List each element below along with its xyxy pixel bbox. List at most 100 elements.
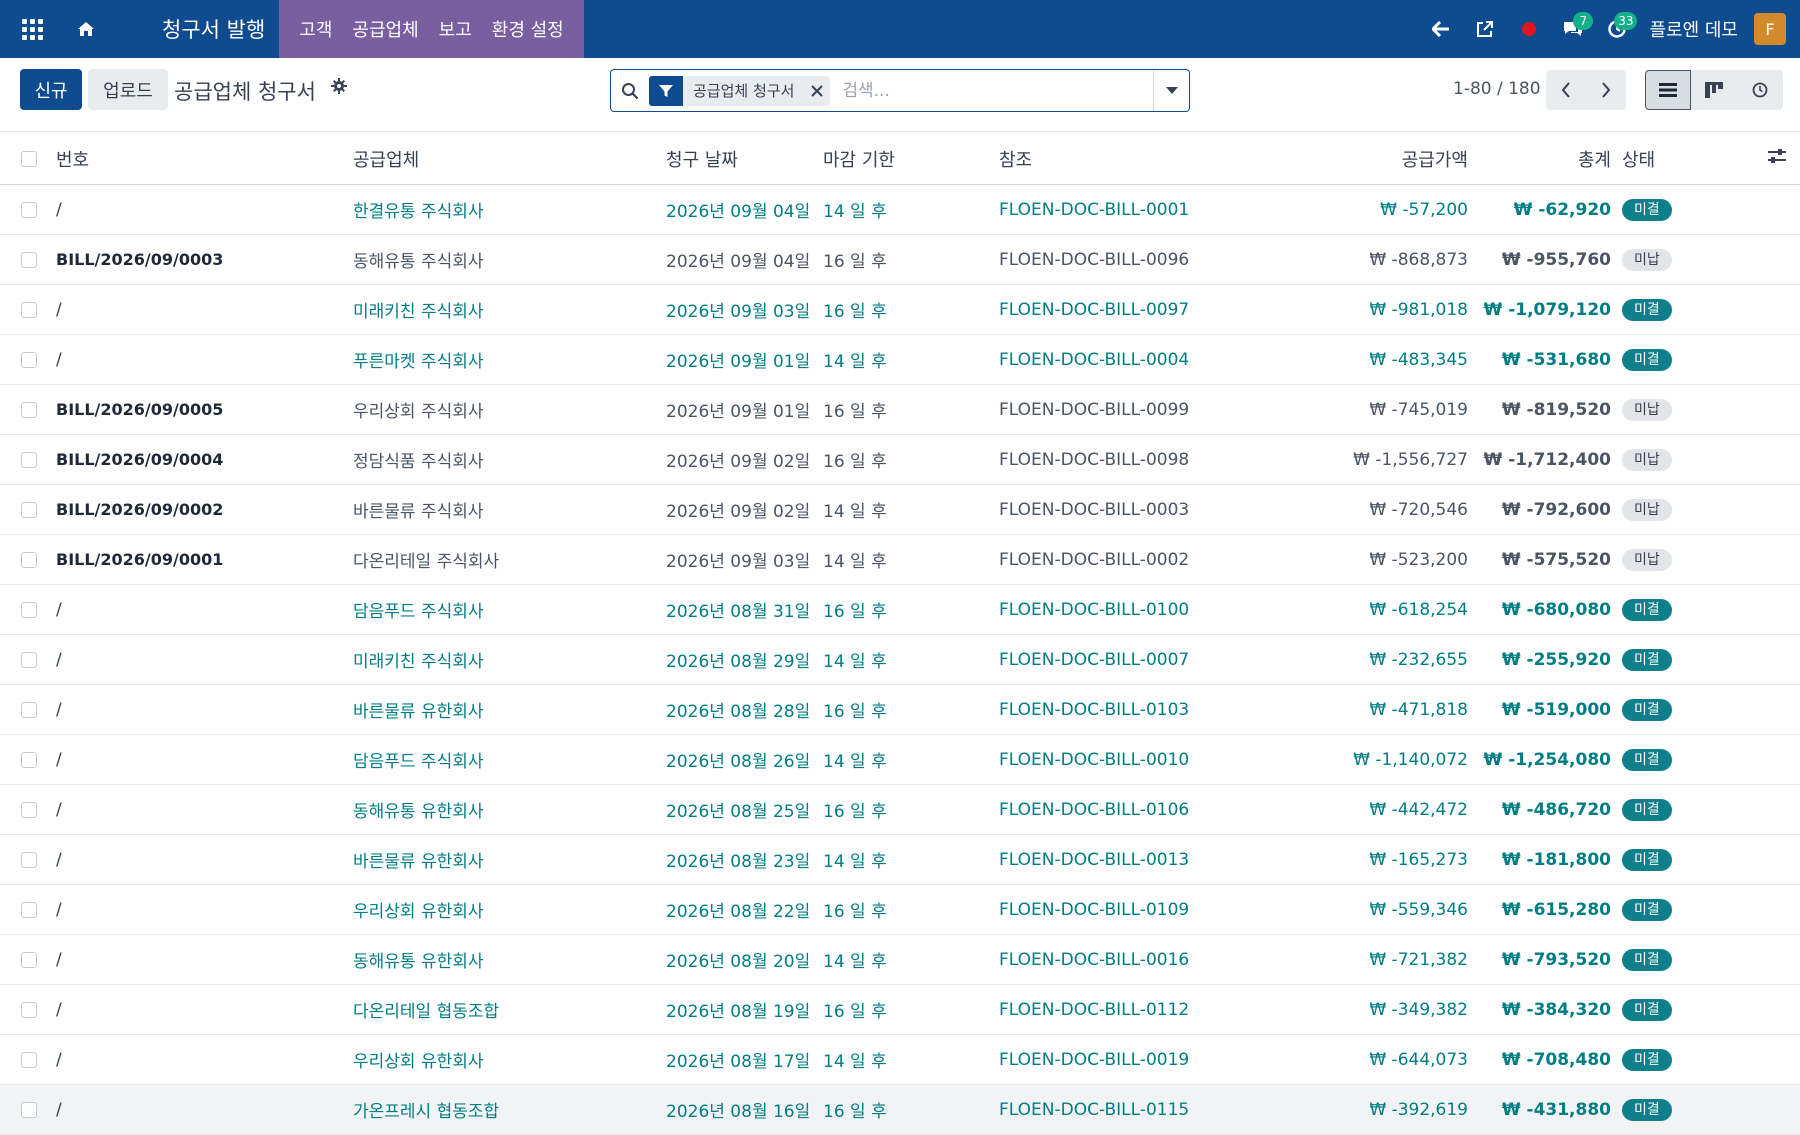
row-checkbox[interactable] [21, 851, 37, 868]
cell-reference: FLOEN-DOC-BILL-0002 [999, 549, 1190, 570]
row-checkbox[interactable] [21, 351, 37, 368]
table-row[interactable]: / 바른물류 유한회사 2026년 08월 28일 16 일 후 FLOEN-DOC-B… [0, 685, 1800, 735]
table-row[interactable]: / 다온리테일 협동조합 2026년 08월 19일 16 일 후 FLOEN-DOC-… [0, 985, 1800, 1035]
cell-due-date: 14 일 후 [823, 202, 887, 222]
table-row[interactable]: / 우리상회 유한회사 2026년 08월 17일 14 일 후 FLOEN-DOC-B… [0, 1035, 1800, 1085]
header-due-date[interactable]: 마감 기한 [823, 146, 895, 172]
record-button[interactable] [1507, 0, 1551, 58]
activities-button[interactable]: 33 [1595, 0, 1639, 58]
header-untaxed[interactable]: 공급가액 [1402, 146, 1468, 172]
pager-value[interactable]: 1-80 / 180 [1453, 79, 1541, 99]
row-checkbox[interactable] [21, 501, 37, 518]
table-row[interactable]: / 동해유통 유한회사 2026년 08월 20일 14 일 후 FLOEN-DOC-B… [0, 935, 1800, 985]
menu-vendors[interactable]: 공급업체 [342, 0, 428, 58]
cell-untaxed: ₩ -644,073 [1369, 1049, 1468, 1070]
cell-number: / [56, 599, 62, 620]
table-row[interactable]: / 푸른마켓 주식회사 2026년 09월 01일 14 일 후 FLOEN-DOC-B… [0, 335, 1800, 385]
row-checkbox[interactable] [21, 251, 37, 268]
header-reference[interactable]: 참조 [999, 146, 1032, 172]
kanban-view-button[interactable] [1691, 70, 1737, 110]
header-vendor[interactable]: 공급업체 [353, 146, 419, 172]
row-checkbox[interactable] [21, 551, 37, 568]
cell-total: ₩ -486,720 [1501, 799, 1611, 820]
row-checkbox[interactable] [21, 1051, 37, 1068]
avatar[interactable]: F [1754, 13, 1786, 45]
optional-columns-button[interactable] [1768, 148, 1786, 169]
search-input[interactable] [830, 80, 1081, 101]
home-button[interactable] [64, 0, 108, 58]
table-row[interactable]: / 가온프레시 협동조합 2026년 08월 16일 16 일 후 FLOEN-DOC-… [0, 1085, 1800, 1135]
table-row[interactable]: / 한결유통 주식회사 2026년 09월 04일 14 일 후 FLOEN-DOC-B… [0, 185, 1800, 235]
row-checkbox[interactable] [21, 651, 37, 668]
actions-gear-button[interactable] [331, 78, 347, 99]
menu-reporting[interactable]: 보고 [429, 0, 482, 58]
app-menu-button[interactable] [0, 0, 64, 58]
row-checkbox[interactable] [21, 301, 37, 318]
header-status[interactable]: 상태 [1622, 146, 1655, 172]
back-button[interactable] [1419, 0, 1463, 58]
cell-reference: FLOEN-DOC-BILL-0019 [999, 1049, 1190, 1070]
table-row[interactable]: / 우리상회 유한회사 2026년 08월 22일 16 일 후 FLOEN-DOC-B… [0, 885, 1800, 935]
new-button[interactable]: 신규 [20, 69, 82, 110]
cell-reference: FLOEN-DOC-BILL-0013 [999, 849, 1190, 870]
table-row[interactable]: / 미래키친 주식회사 2026년 08월 29일 14 일 후 FLOEN-DOC-B… [0, 635, 1800, 685]
header-number[interactable]: 번호 [56, 146, 89, 172]
cell-due-date: 16 일 후 [823, 702, 887, 722]
header-bill-date[interactable]: 청구 날짜 [666, 146, 738, 172]
cell-status: 미결 [1622, 1048, 1672, 1071]
table-row[interactable]: / 동해유통 유한회사 2026년 08월 25일 16 일 후 FLOEN-DOC-B… [0, 785, 1800, 835]
menu-customers[interactable]: 고객 [289, 0, 342, 58]
messages-button[interactable]: 7 [1551, 0, 1595, 58]
table-row[interactable]: / 바른물류 유한회사 2026년 08월 23일 14 일 후 FLOEN-DOC-B… [0, 835, 1800, 885]
row-checkbox[interactable] [21, 951, 37, 968]
table-row[interactable]: / 미래키친 주식회사 2026년 09월 03일 16 일 후 FLOEN-DOC-B… [0, 285, 1800, 335]
table-row[interactable]: / 담음푸드 주식회사 2026년 08월 31일 16 일 후 FLOEN-DOC-B… [0, 585, 1800, 635]
table-header: 번호 공급업체 청구 날짜 마감 기한 참조 공급가액 총계 상태 [0, 133, 1800, 185]
table-row[interactable]: BILL/2026/09/0005 우리상회 주식회사 2026년 09월 01일 1… [0, 385, 1800, 435]
cell-due-date: 16 일 후 [823, 402, 887, 422]
pager-next-button[interactable] [1586, 70, 1626, 110]
activity-view-button[interactable] [1737, 70, 1783, 110]
external-link-button[interactable] [1463, 0, 1507, 58]
select-all-checkbox[interactable] [21, 150, 37, 167]
remove-facet-button[interactable] [804, 76, 830, 106]
list-view-button[interactable] [1645, 70, 1691, 110]
row-checkbox[interactable] [21, 901, 37, 918]
row-checkbox[interactable] [21, 1101, 37, 1118]
row-checkbox[interactable] [21, 451, 37, 468]
row-checkbox[interactable] [21, 401, 37, 418]
cell-vendor: 바른물류 유한회사 [353, 702, 484, 722]
user-name[interactable]: 플로엔 데모 [1639, 16, 1754, 42]
row-checkbox[interactable] [21, 1001, 37, 1018]
cell-bill-date: 2026년 08월 26일 [666, 752, 811, 772]
upload-button[interactable]: 업로드 [88, 69, 168, 110]
cell-due-date: 14 일 후 [823, 652, 887, 672]
row-checkbox[interactable] [21, 701, 37, 718]
pager-previous-button[interactable] [1546, 70, 1586, 110]
cell-bill-date: 2026년 09월 01일 [666, 352, 811, 372]
table-row[interactable]: / 담음푸드 주식회사 2026년 08월 26일 14 일 후 FLOEN-DOC-B… [0, 735, 1800, 785]
cell-due-date: 14 일 후 [823, 952, 887, 972]
clock-icon [1752, 82, 1768, 98]
cell-number: BILL/2026/09/0003 [56, 250, 224, 269]
row-checkbox[interactable] [21, 801, 37, 818]
menu-configuration[interactable]: 환경 설정 [482, 0, 574, 58]
cell-bill-date: 2026년 08월 25일 [666, 802, 811, 822]
cell-reference: FLOEN-DOC-BILL-0096 [999, 249, 1190, 270]
cell-bill-date: 2026년 09월 02일 [666, 502, 811, 522]
row-checkbox[interactable] [21, 201, 37, 218]
table-row[interactable]: BILL/2026/09/0003 동해유통 주식회사 2026년 09월 04일 1… [0, 235, 1800, 285]
table-row[interactable]: BILL/2026/09/0002 바른물류 주식회사 2026년 09월 02일 1… [0, 485, 1800, 535]
search-options-toggle[interactable] [1153, 70, 1189, 111]
row-checkbox[interactable] [21, 601, 37, 618]
cell-vendor: 담음푸드 주식회사 [353, 602, 484, 622]
table-row[interactable]: BILL/2026/09/0004 정담식품 주식회사 2026년 09월 02일 1… [0, 435, 1800, 485]
cell-status: 미납 [1622, 548, 1672, 571]
app-brand[interactable]: 청구서 발행 [108, 0, 279, 58]
cell-number: / [56, 949, 62, 970]
header-total[interactable]: 총계 [1578, 146, 1611, 172]
cell-due-date: 14 일 후 [823, 852, 887, 872]
table-row[interactable]: BILL/2026/09/0001 다온리테일 주식회사 2026년 09월 03일… [0, 535, 1800, 585]
cell-vendor: 미래키친 주식회사 [353, 302, 484, 322]
row-checkbox[interactable] [21, 751, 37, 768]
